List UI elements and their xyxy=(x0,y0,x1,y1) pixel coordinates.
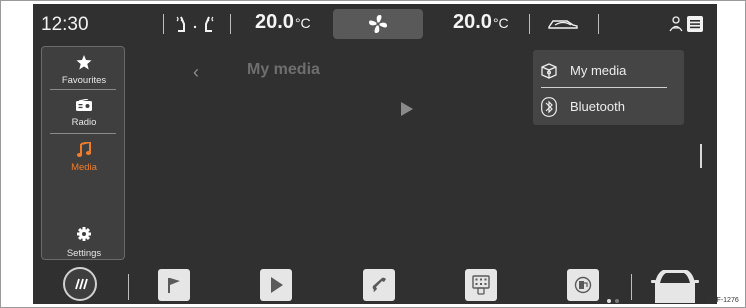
source-dropdown: My media Bluetooth xyxy=(533,50,684,125)
play-icon[interactable] xyxy=(401,102,413,116)
phone-icon xyxy=(372,277,386,292)
sidebar-item-label: Settings xyxy=(66,248,102,259)
figure-code: B5F-1276 xyxy=(708,297,739,304)
separator xyxy=(631,274,632,300)
home-button[interactable] xyxy=(63,267,97,301)
separator xyxy=(598,14,599,34)
screenshot-frame: 12:30 20.0°C 20.0°C Favourites Radio Med… xyxy=(0,0,746,308)
clock: 12:30 xyxy=(41,14,89,35)
dock-phone-button[interactable] xyxy=(363,269,395,301)
sidebar-item-label: Radio xyxy=(71,117,97,128)
dock-smartlink-button[interactable] xyxy=(465,269,497,301)
sidebar-item-settings[interactable]: Settings xyxy=(42,219,126,261)
dropdown-item-bluetooth[interactable]: Bluetooth xyxy=(533,92,684,122)
right-temperature[interactable]: 20.0°C xyxy=(453,11,509,34)
separator xyxy=(128,274,129,300)
separator xyxy=(163,14,164,34)
dock-navigation-button[interactable] xyxy=(158,269,190,301)
user-profile-icon[interactable] xyxy=(669,16,683,32)
left-temperature[interactable]: 20.0°C xyxy=(255,11,311,34)
sidebar: Favourites Radio Media Settings xyxy=(41,46,125,260)
dropdown-item-label: Bluetooth xyxy=(570,99,625,114)
music-note-icon xyxy=(76,142,92,157)
bluetooth-icon xyxy=(541,97,557,117)
car-icon[interactable] xyxy=(651,267,699,303)
keypad-phone-icon xyxy=(472,275,490,295)
sidebar-item-label: Media xyxy=(71,162,97,173)
left-temp-unit: °C xyxy=(294,15,311,31)
star-icon xyxy=(76,55,92,70)
separator xyxy=(529,14,530,34)
gear-icon xyxy=(77,227,91,241)
seat-heating-icon[interactable] xyxy=(175,15,215,33)
dropdown-item-my-media[interactable]: My media xyxy=(533,56,684,86)
menu-icon[interactable] xyxy=(687,16,703,32)
separator xyxy=(230,14,231,34)
status-bar: 12:30 20.0°C 20.0°C xyxy=(33,4,717,44)
divider xyxy=(541,87,667,88)
sidebar-item-media[interactable]: Media xyxy=(42,134,126,176)
sidebar-item-favourites[interactable]: Favourites xyxy=(42,47,126,89)
fan-icon xyxy=(369,15,387,33)
dock-fuel-button[interactable] xyxy=(567,269,599,301)
fuel-icon xyxy=(574,276,592,294)
media-box-icon xyxy=(541,63,557,79)
left-temp-value: 20.0 xyxy=(255,11,294,33)
dropdown-item-label: My media xyxy=(570,63,627,78)
scrollbar[interactable] xyxy=(700,144,702,168)
radio-icon xyxy=(76,99,92,111)
home-icon xyxy=(75,278,88,290)
page-title: My media xyxy=(247,61,320,78)
sidebar-item-label: Favourites xyxy=(61,75,107,86)
car-recirculation-icon[interactable] xyxy=(547,17,579,31)
back-button[interactable]: ‹ xyxy=(193,62,199,83)
right-temp-value: 20.0 xyxy=(453,11,492,33)
right-temp-unit: °C xyxy=(492,15,509,31)
sidebar-item-radio[interactable]: Radio xyxy=(42,90,126,132)
dock-media-button[interactable] xyxy=(260,269,292,301)
flag-icon xyxy=(168,278,180,293)
infotainment-display: 12:30 20.0°C 20.0°C Favourites Radio Med… xyxy=(33,4,717,304)
fan-button[interactable] xyxy=(333,9,423,39)
play-icon xyxy=(271,277,283,293)
page-indicator xyxy=(615,299,619,303)
page-indicator-active xyxy=(607,299,611,303)
